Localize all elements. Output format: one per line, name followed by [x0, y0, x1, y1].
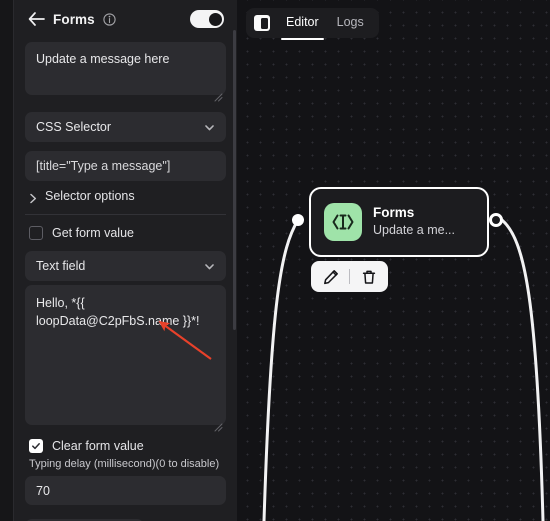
- get-form-value-row[interactable]: Get form value: [25, 215, 226, 250]
- trash-icon[interactable]: [360, 268, 377, 285]
- info-circle-icon[interactable]: [103, 12, 116, 26]
- sidebar-scrollbar-thumb[interactable]: [233, 30, 236, 330]
- block-enabled-toggle[interactable]: [190, 10, 224, 28]
- node-output-port[interactable]: [489, 213, 503, 227]
- selector-options-label: Selector options: [45, 189, 135, 203]
- node-title: Forms: [373, 205, 415, 221]
- clear-form-value-row[interactable]: Clear form value: [25, 430, 226, 457]
- toolbar-divider: [349, 269, 350, 284]
- get-form-value-label: Get form value: [52, 226, 134, 240]
- pencil-icon[interactable]: [322, 268, 339, 285]
- get-form-value-checkbox[interactable]: [29, 226, 43, 240]
- form-input-icon: [324, 203, 362, 241]
- chevron-down-icon: [204, 122, 215, 133]
- node-texts: Forms Update a me...: [373, 205, 455, 238]
- panel-toggle-inner: [260, 17, 268, 29]
- sidebar-scrollbar[interactable]: [233, 0, 236, 521]
- typing-delay-value: 70: [36, 483, 50, 498]
- node-input-port[interactable]: [292, 214, 304, 226]
- workflow-canvas[interactable]: Editor Logs Forms Update a me...: [237, 0, 550, 521]
- selector-type-value: CSS Selector: [36, 120, 112, 134]
- check-icon: [32, 443, 40, 450]
- sidebar-header: Forms: [25, 0, 226, 38]
- canvas-tabs-bar: Editor Logs: [246, 8, 379, 40]
- selector-value-input[interactable]: [title="Type a message"]: [25, 151, 226, 181]
- block-settings-sidebar: Forms Update a message here CSS Selector…: [14, 0, 237, 521]
- clear-form-value-checkbox[interactable]: [29, 439, 43, 453]
- tab-editor[interactable]: Editor: [279, 12, 326, 40]
- arrow-left-icon[interactable]: [27, 10, 45, 28]
- form-type-select[interactable]: Text field: [25, 251, 226, 281]
- selector-type-select[interactable]: CSS Selector: [25, 112, 226, 142]
- toggle-knob: [208, 12, 222, 26]
- text-value-field-wrap: [25, 281, 226, 432]
- node-subtitle: Update a me...: [373, 223, 455, 238]
- selector-value-text: [title="Type a message"]: [36, 159, 171, 173]
- left-rail: [0, 0, 14, 521]
- connection-edges: [262, 218, 545, 521]
- tab-logs[interactable]: Logs: [330, 12, 371, 34]
- app-root: Forms Update a message here CSS Selector…: [0, 0, 550, 521]
- page-title: Forms: [53, 11, 95, 27]
- caret-right-icon: [29, 191, 38, 203]
- workflow-node-forms[interactable]: Forms Update a me...: [309, 187, 489, 257]
- chevron-down-icon: [204, 261, 215, 272]
- node-toolbar: [311, 261, 388, 292]
- description-textarea[interactable]: [25, 42, 226, 95]
- typing-delay-input[interactable]: 70: [25, 476, 226, 505]
- typing-delay-label: Typing delay (millisecond)(0 to disable): [29, 458, 220, 470]
- selector-options-toggle[interactable]: Selector options: [25, 181, 226, 211]
- description-field-wrap: [25, 38, 226, 102]
- text-value-textarea[interactable]: [25, 285, 226, 425]
- panel-toggle-icon[interactable]: [254, 15, 270, 31]
- form-type-value: Text field: [36, 259, 86, 273]
- clear-form-value-label: Clear form value: [52, 439, 144, 453]
